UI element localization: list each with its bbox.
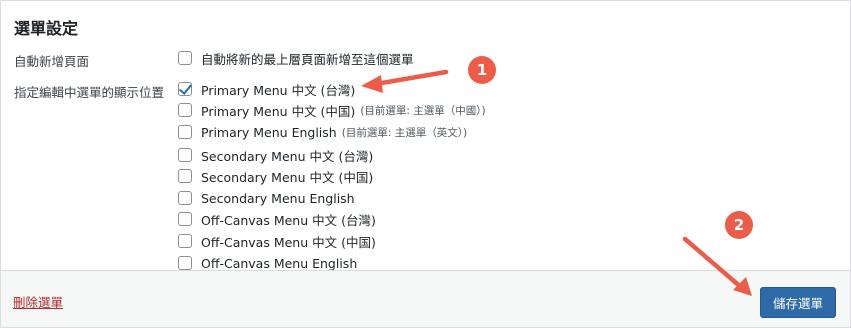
location-label[interactable]: Secondary Menu 中文 (台灣) <box>201 146 373 165</box>
location-label[interactable]: Primary Menu 中文 (台灣) <box>201 80 355 99</box>
location-current-menu-note: (目前選單: 主選單（中國）) <box>360 104 486 117</box>
step-badge-1: 1 <box>468 56 496 84</box>
location-label[interactable]: Off-Canvas Menu 中文 (台灣) <box>201 210 376 229</box>
locations-label: 指定編輯中選單的顯示位置 <box>14 85 165 100</box>
location-checkbox[interactable] <box>178 234 192 248</box>
location-option[interactable]: Off-Canvas Menu 中文 (台灣) <box>178 210 376 228</box>
menu-footer: 刪除選單 儲存選單 <box>1 270 850 327</box>
delete-menu-link[interactable]: 刪除選單 <box>13 292 63 311</box>
location-checkbox[interactable] <box>178 148 192 162</box>
location-label[interactable]: Secondary Menu 中文 (中国) <box>201 167 373 186</box>
save-menu-button[interactable]: 儲存選單 <box>760 287 836 318</box>
location-checkbox[interactable] <box>178 82 192 96</box>
location-label[interactable]: Primary Menu 中文 (中国) <box>201 101 355 120</box>
location-label[interactable]: Off-Canvas Menu English <box>201 256 357 271</box>
location-option[interactable]: Secondary Menu 中文 (中国) <box>178 167 373 185</box>
location-checkbox[interactable] <box>178 125 192 139</box>
location-option[interactable]: Primary Menu 中文 (台灣) <box>178 80 355 98</box>
location-checkbox[interactable] <box>178 191 192 205</box>
location-checkbox[interactable] <box>178 103 192 117</box>
step-badge-2: 2 <box>725 211 753 239</box>
location-label[interactable]: Primary Menu English <box>201 125 337 140</box>
location-option[interactable]: Primary Menu English (目前選單: 主選單（英文）) <box>178 123 467 141</box>
location-option[interactable]: Secondary Menu 中文 (台灣) <box>178 146 373 164</box>
location-option[interactable]: Primary Menu 中文 (中国) (目前選單: 主選單（中國）) <box>178 101 486 119</box>
location-checkbox[interactable] <box>178 169 192 183</box>
location-checkbox[interactable] <box>178 212 192 226</box>
location-checkbox[interactable] <box>178 256 192 270</box>
auto-add-checkbox-label[interactable]: 自動將新的最上層頁面新增至這個選單 <box>201 49 414 68</box>
location-option[interactable]: Off-Canvas Menu 中文 (中国) <box>178 232 376 250</box>
location-label[interactable]: Off-Canvas Menu 中文 (中国) <box>201 232 376 251</box>
section-title: 選單設定 <box>14 19 79 38</box>
location-label[interactable]: Secondary Menu English <box>201 191 355 206</box>
location-option[interactable]: Secondary Menu English <box>178 189 355 207</box>
location-current-menu-note: (目前選單: 主選單（英文）) <box>341 126 468 139</box>
auto-add-checkbox[interactable] <box>178 51 192 65</box>
auto-add-label: 自動新增頁面 <box>14 54 90 69</box>
auto-add-option[interactable]: 自動將新的最上層頁面新增至這個選單 <box>178 49 414 67</box>
